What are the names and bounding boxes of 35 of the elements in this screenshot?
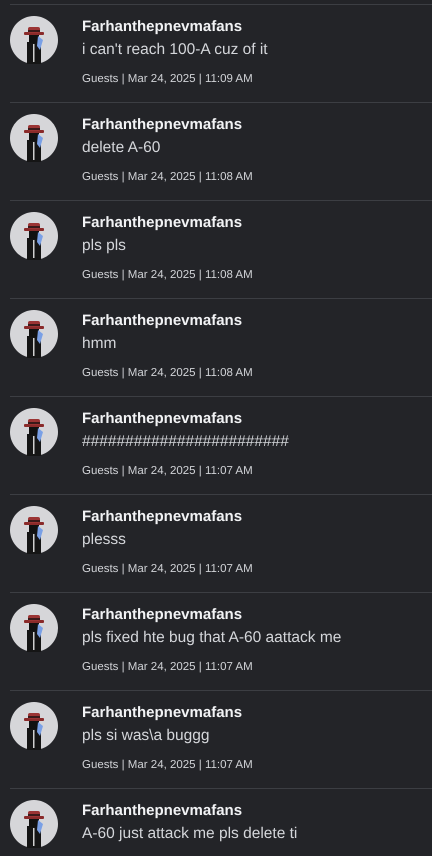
author-name: Farhanthepnevmafans: [82, 605, 244, 625]
post-meta: Guests | Mar 24, 2025 | 11:07 AM: [82, 464, 254, 478]
post-meta: Guests | Mar 24, 2025 | 11:09 AM: [82, 72, 254, 86]
message-text: plesss: [82, 530, 127, 550]
avatar-icon: [10, 408, 58, 456]
author-name: Farhanthepnevmafans: [82, 17, 244, 37]
message-text: hmm: [82, 334, 118, 354]
avatar-icon: [10, 114, 58, 162]
author-name: Farhanthepnevmafans: [82, 507, 244, 527]
message-text: pls fixed hte bug that A-60 aattack me: [82, 628, 342, 648]
avatar-icon: [10, 16, 58, 64]
avatar-icon: [10, 212, 58, 260]
message-text: pls pls: [82, 236, 127, 256]
post-meta: Guests | Mar 24, 2025 | 11:08 AM: [82, 268, 253, 282]
avatar-icon: [10, 506, 58, 554]
author-name: Farhanthepnevmafans: [82, 703, 244, 723]
author-name: Farhanthepnevmafans: [82, 311, 244, 331]
avatar-icon: [10, 604, 58, 652]
author-name: Farhanthepnevmafans: [82, 115, 244, 135]
message-text: delete A-60: [82, 138, 162, 158]
avatar-icon: [10, 310, 58, 358]
message-text: i can't reach 100-A cuz of it: [82, 40, 268, 60]
post-meta: Guests | Mar 24, 2025 | 11:07 AM: [82, 660, 254, 674]
avatar-icon: [10, 702, 58, 750]
message-text: ########################: [82, 432, 289, 452]
post-meta: Guests | Mar 24, 2025 | 11:08 AM: [82, 366, 253, 380]
message-text: pls si was\a buggg: [82, 726, 211, 746]
message-text: A-60 just attack me pls delete ti: [82, 824, 298, 844]
avatar-icon: [10, 800, 58, 848]
post-meta: Guests | Mar 24, 2025 | 11:07 AM: [82, 758, 253, 772]
author-name: Farhanthepnevmafans: [82, 801, 244, 821]
author-name: Farhanthepnevmafans: [82, 409, 244, 429]
post-meta: Guests | Mar 24, 2025 | 11:08 AM: [82, 170, 253, 184]
author-name: Farhanthepnevmafans: [82, 213, 244, 233]
post-meta: Guests | Mar 24, 2025 | 11:07 AM: [82, 562, 253, 576]
